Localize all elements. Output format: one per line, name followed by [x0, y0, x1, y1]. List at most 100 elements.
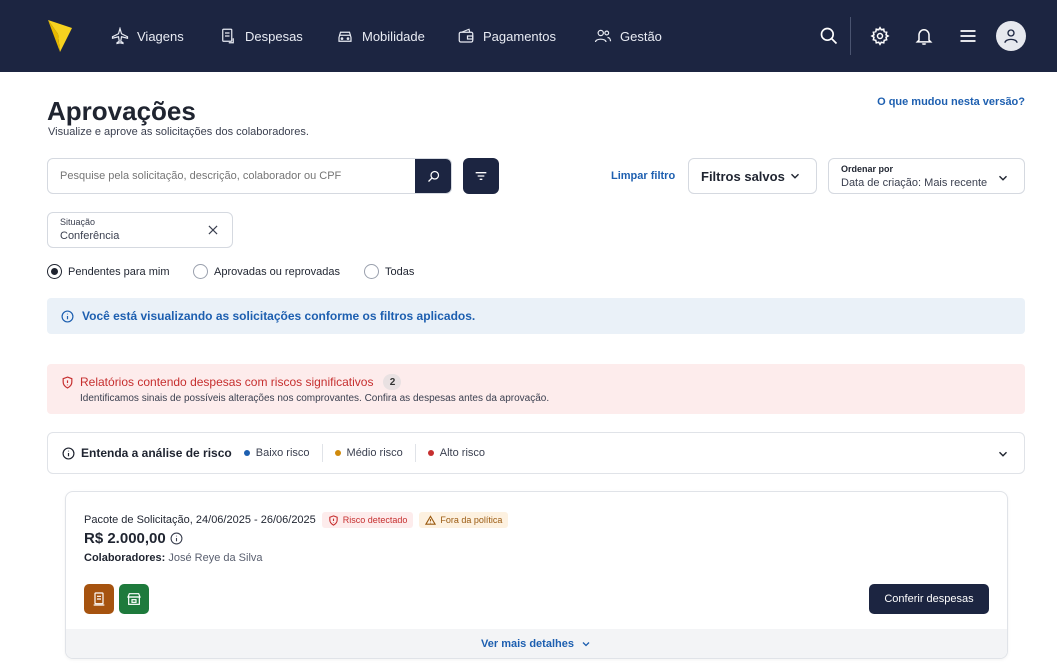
saved-filters-dropdown[interactable]: Filtros salvos: [688, 158, 817, 194]
chip-label: Situação: [60, 217, 96, 227]
nav-item-despesas[interactable]: Despesas: [219, 25, 303, 47]
menu-icon[interactable]: [956, 24, 980, 48]
medium-risk-dot: [334, 450, 341, 456]
legend-label: Médio risco: [346, 447, 403, 459]
more-details-toggle[interactable]: Ver mais detalhes: [66, 629, 1007, 658]
gear-icon[interactable]: [868, 24, 892, 48]
collaborators-value: José Reye da Silva: [168, 552, 263, 564]
request-card: Pacote de Solicitação, 24/06/2025 - 26/0…: [65, 491, 1008, 659]
saved-filters-label: Filtros salvos: [701, 168, 785, 184]
filter-button[interactable]: [463, 158, 499, 194]
warning-icon: [425, 514, 437, 525]
legend-low-risk: Baixo risco: [243, 444, 323, 462]
expense-type-store[interactable]: [119, 584, 149, 614]
search-box: [47, 158, 452, 194]
card-amount: R$ 2.000,00: [84, 530, 166, 547]
shield-alert-icon: [329, 514, 338, 526]
radio-pending-for-me[interactable]: Pendentes para mim: [47, 264, 170, 279]
risk-count-badge: 2: [383, 374, 402, 390]
sort-dropdown[interactable]: Ordenar por Data de criação: Mais recent…: [828, 158, 1025, 194]
top-navigation-bar: Viagens Despesas Mobilidade Pagamentos G…: [0, 0, 1057, 72]
search-icon[interactable]: [817, 24, 841, 48]
radio-label: Todas: [385, 265, 415, 278]
clear-filter-link[interactable]: Limpar filtro: [611, 170, 675, 182]
radio-label: Aprovadas ou reprovadas: [214, 265, 340, 278]
info-banner-text: Você está visualizando as solicitações c…: [82, 309, 476, 323]
search-input[interactable]: [48, 159, 415, 193]
car-icon: [338, 31, 352, 42]
shield-alert-icon: [62, 375, 73, 389]
avatar-icon: [1004, 29, 1018, 43]
nav-item-pagamentos[interactable]: Pagamentos: [457, 25, 556, 47]
chevron-down-icon[interactable]: [996, 447, 1010, 461]
close-icon[interactable]: [206, 223, 220, 237]
expense-type-receipt[interactable]: [84, 584, 114, 614]
collaborators-label: Colaboradores:: [84, 552, 166, 564]
legend-high-risk: Alto risco: [427, 444, 497, 462]
sort-value: Data de criação: Mais recente: [841, 177, 988, 189]
info-icon: [62, 446, 75, 460]
nav-item-mobilidade[interactable]: Mobilidade: [336, 25, 425, 47]
nav-item-label: Gestão: [620, 28, 662, 44]
risk-alert-description: Identificamos sinais de possíveis altera…: [80, 393, 550, 404]
page-subtitle: Visualize e aprove as solicitações dos c…: [48, 126, 309, 138]
sort-label: Ordenar por: [841, 164, 894, 174]
filter-icon: [475, 172, 487, 180]
card-amount-row: R$ 2.000,00: [84, 530, 183, 547]
page-title: Aprovações: [47, 96, 196, 126]
risk-analysis-accordion[interactable]: Entenda a análise de risco Baixo risco M…: [47, 432, 1025, 474]
badge-label: Risco detectado: [342, 515, 408, 525]
radio-button[interactable]: [364, 264, 379, 279]
legend-medium-risk: Médio risco: [334, 444, 416, 462]
chevron-down-icon: [791, 173, 799, 179]
card-collaborators: Colaboradores: José Reye da Silva: [84, 552, 263, 564]
nav-divider: [850, 17, 851, 55]
info-icon: [61, 309, 74, 323]
radio-all[interactable]: Todas: [364, 264, 414, 279]
low-risk-dot: [243, 450, 250, 456]
search-button[interactable]: [415, 159, 451, 193]
info-icon[interactable]: [170, 532, 183, 545]
receipt-icon: [222, 28, 234, 44]
nav-item-label: Despesas: [245, 28, 303, 44]
review-expenses-button[interactable]: Conferir despesas: [869, 584, 989, 614]
high-risk-dot: [427, 450, 434, 456]
whats-new-link[interactable]: O que mudou nesta versão?: [877, 96, 1025, 108]
radio-button[interactable]: [193, 264, 208, 279]
bell-icon[interactable]: [912, 24, 936, 48]
radio-approved-or-rejected[interactable]: Aprovadas ou reprovadas: [193, 264, 340, 279]
chip-value: Conferência: [60, 230, 120, 242]
more-details-label: Ver mais detalhes: [481, 637, 574, 650]
legend-label: Baixo risco: [255, 447, 310, 459]
search-icon: [427, 170, 439, 182]
info-banner: Você está visualizando as solicitações c…: [47, 298, 1025, 334]
card-title: Pacote de Solicitação, 24/06/2025 - 26/0…: [84, 514, 316, 526]
risk-alert: Relatórios contendo despesas com riscos …: [47, 364, 1025, 414]
badge-label: Fora da política: [440, 515, 503, 525]
chevron-down-icon: [582, 641, 590, 646]
store-icon: [127, 593, 141, 605]
nav-item-label: Viagens: [137, 28, 184, 44]
situation-filter-chip: Situação Conferência: [47, 212, 233, 248]
wallet-icon: [458, 28, 474, 43]
chevron-down-icon: [999, 175, 1007, 181]
nav-item-viagens[interactable]: Viagens: [111, 25, 184, 47]
card-title-row: Pacote de Solicitação, 24/06/2025 - 26/0…: [84, 512, 509, 528]
risk-detected-badge: Risco detectado: [321, 512, 414, 528]
radio-button[interactable]: [47, 264, 62, 279]
risk-alert-title-row: Relatórios contendo despesas com riscos …: [61, 374, 402, 390]
receipt-icon: [93, 592, 105, 606]
risk-analysis-title-row: Entenda a análise de risco: [62, 446, 232, 460]
avatar[interactable]: [996, 21, 1026, 51]
out-of-policy-badge: Fora da política: [419, 512, 509, 528]
risk-analysis-title: Entenda a análise de risco: [81, 446, 232, 460]
radio-label: Pendentes para mim: [68, 265, 170, 278]
brand-logo[interactable]: [46, 18, 74, 54]
nav-item-label: Pagamentos: [483, 28, 556, 44]
risk-alert-title: Relatórios contendo despesas com riscos …: [80, 375, 374, 389]
nav-item-label: Mobilidade: [362, 28, 425, 44]
users-icon: [594, 29, 612, 43]
airplane-icon: [111, 27, 129, 45]
nav-item-gestao[interactable]: Gestão: [594, 25, 662, 47]
legend-label: Alto risco: [439, 447, 486, 459]
